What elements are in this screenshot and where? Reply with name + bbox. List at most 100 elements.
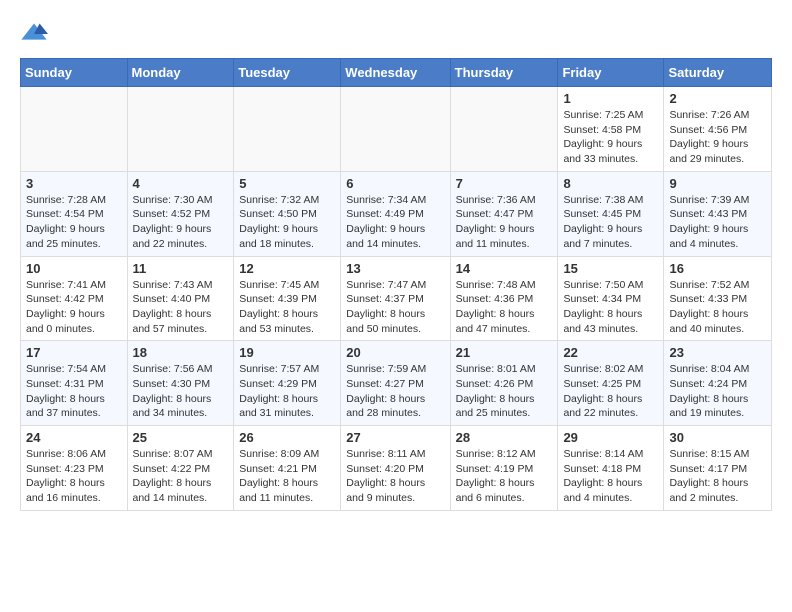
day-number: 27 bbox=[346, 430, 444, 445]
day-info: Sunrise: 7:56 AM Sunset: 4:30 PM Dayligh… bbox=[133, 362, 229, 421]
weekday-header-monday: Monday bbox=[127, 59, 234, 87]
calendar-cell: 19 Sunrise: 7:57 AM Sunset: 4:29 PM Dayli… bbox=[234, 341, 341, 426]
day-info: Sunrise: 7:47 AM Sunset: 4:37 PM Dayligh… bbox=[346, 278, 444, 337]
day-info: Sunrise: 7:30 AM Sunset: 4:52 PM Dayligh… bbox=[133, 193, 229, 252]
calendar-cell bbox=[341, 87, 450, 172]
day-info: Sunrise: 7:26 AM Sunset: 4:56 PM Dayligh… bbox=[669, 108, 766, 167]
calendar-cell: 28 Sunrise: 8:12 AM Sunset: 4:19 PM Dayli… bbox=[450, 426, 558, 511]
calendar-cell: 16Sunrise: 7:52 AM Sunset: 4:33 PM Dayli… bbox=[664, 256, 772, 341]
day-info: Sunrise: 7:38 AM Sunset: 4:45 PM Dayligh… bbox=[563, 193, 658, 252]
day-number: 26 bbox=[239, 430, 335, 445]
day-info: Sunrise: 7:45 AM Sunset: 4:39 PM Dayligh… bbox=[239, 278, 335, 337]
weekday-header-saturday: Saturday bbox=[664, 59, 772, 87]
calendar-cell: 9 Sunrise: 7:39 AM Sunset: 4:43 PM Daylig… bbox=[664, 171, 772, 256]
calendar-cell: 1Sunrise: 7:25 AM Sunset: 4:58 PM Daylig… bbox=[558, 87, 664, 172]
calendar: SundayMondayTuesdayWednesdayThursdayFrid… bbox=[20, 58, 772, 511]
calendar-cell bbox=[234, 87, 341, 172]
calendar-cell: 3 Sunrise: 7:28 AM Sunset: 4:54 PM Daylig… bbox=[21, 171, 128, 256]
day-info: Sunrise: 7:25 AM Sunset: 4:58 PM Dayligh… bbox=[563, 108, 658, 167]
day-number: 7 bbox=[456, 176, 553, 191]
calendar-cell: 25 Sunrise: 8:07 AM Sunset: 4:22 PM Dayli… bbox=[127, 426, 234, 511]
day-info: Sunrise: 7:28 AM Sunset: 4:54 PM Dayligh… bbox=[26, 193, 122, 252]
week-row-3: 10 Sunrise: 7:41 AM Sunset: 4:42 PM Dayli… bbox=[21, 256, 772, 341]
day-info: Sunrise: 8:07 AM Sunset: 4:22 PM Dayligh… bbox=[133, 447, 229, 506]
day-info: Sunrise: 7:34 AM Sunset: 4:49 PM Dayligh… bbox=[346, 193, 444, 252]
day-info: Sunrise: 7:54 AM Sunset: 4:31 PM Dayligh… bbox=[26, 362, 122, 421]
day-info: Sunrise: 7:36 AM Sunset: 4:47 PM Dayligh… bbox=[456, 193, 553, 252]
calendar-cell: 7 Sunrise: 7:36 AM Sunset: 4:47 PM Daylig… bbox=[450, 171, 558, 256]
calendar-cell: 20 Sunrise: 7:59 AM Sunset: 4:27 PM Dayli… bbox=[341, 341, 450, 426]
logo bbox=[20, 20, 52, 48]
calendar-cell: 30 Sunrise: 8:15 AM Sunset: 4:17 PM Dayli… bbox=[664, 426, 772, 511]
calendar-cell: 8 Sunrise: 7:38 AM Sunset: 4:45 PM Daylig… bbox=[558, 171, 664, 256]
day-number: 14 bbox=[456, 261, 553, 276]
calendar-cell: 27 Sunrise: 8:11 AM Sunset: 4:20 PM Dayli… bbox=[341, 426, 450, 511]
day-number: 13 bbox=[346, 261, 444, 276]
calendar-cell: 29Sunrise: 8:14 AM Sunset: 4:18 PM Dayli… bbox=[558, 426, 664, 511]
day-number: 10 bbox=[26, 261, 122, 276]
day-number: 6 bbox=[346, 176, 444, 191]
day-number: 15 bbox=[563, 261, 658, 276]
calendar-cell bbox=[127, 87, 234, 172]
calendar-cell: 17 Sunrise: 7:54 AM Sunset: 4:31 PM Dayli… bbox=[21, 341, 128, 426]
page-header bbox=[20, 20, 772, 48]
logo-icon bbox=[20, 20, 48, 48]
week-row-4: 17 Sunrise: 7:54 AM Sunset: 4:31 PM Dayli… bbox=[21, 341, 772, 426]
day-number: 3 bbox=[26, 176, 122, 191]
calendar-cell: 21 Sunrise: 8:01 AM Sunset: 4:26 PM Dayli… bbox=[450, 341, 558, 426]
day-info: Sunrise: 8:12 AM Sunset: 4:19 PM Dayligh… bbox=[456, 447, 553, 506]
calendar-cell: 11Sunrise: 7:43 AM Sunset: 4:40 PM Dayli… bbox=[127, 256, 234, 341]
calendar-cell: 6 Sunrise: 7:34 AM Sunset: 4:49 PM Daylig… bbox=[341, 171, 450, 256]
week-row-1: 1Sunrise: 7:25 AM Sunset: 4:58 PM Daylig… bbox=[21, 87, 772, 172]
calendar-cell: 26Sunrise: 8:09 AM Sunset: 4:21 PM Dayli… bbox=[234, 426, 341, 511]
day-number: 17 bbox=[26, 345, 122, 360]
day-number: 2 bbox=[669, 91, 766, 106]
day-number: 20 bbox=[346, 345, 444, 360]
day-info: Sunrise: 8:02 AM Sunset: 4:25 PM Dayligh… bbox=[563, 362, 658, 421]
calendar-cell: 22Sunrise: 8:02 AM Sunset: 4:25 PM Dayli… bbox=[558, 341, 664, 426]
calendar-cell: 12 Sunrise: 7:45 AM Sunset: 4:39 PM Dayli… bbox=[234, 256, 341, 341]
weekday-header-thursday: Thursday bbox=[450, 59, 558, 87]
day-info: Sunrise: 7:48 AM Sunset: 4:36 PM Dayligh… bbox=[456, 278, 553, 337]
calendar-cell: 13 Sunrise: 7:47 AM Sunset: 4:37 PM Dayli… bbox=[341, 256, 450, 341]
day-info: Sunrise: 7:57 AM Sunset: 4:29 PM Dayligh… bbox=[239, 362, 335, 421]
calendar-cell: 4 Sunrise: 7:30 AM Sunset: 4:52 PM Daylig… bbox=[127, 171, 234, 256]
day-number: 23 bbox=[669, 345, 766, 360]
weekday-header-tuesday: Tuesday bbox=[234, 59, 341, 87]
day-number: 9 bbox=[669, 176, 766, 191]
day-info: Sunrise: 8:11 AM Sunset: 4:20 PM Dayligh… bbox=[346, 447, 444, 506]
weekday-header-friday: Friday bbox=[558, 59, 664, 87]
calendar-cell: 24 Sunrise: 8:06 AM Sunset: 4:23 PM Dayli… bbox=[21, 426, 128, 511]
day-number: 8 bbox=[563, 176, 658, 191]
day-info: Sunrise: 7:41 AM Sunset: 4:42 PM Dayligh… bbox=[26, 278, 122, 337]
day-number: 21 bbox=[456, 345, 553, 360]
day-number: 4 bbox=[133, 176, 229, 191]
day-info: Sunrise: 7:43 AM Sunset: 4:40 PM Dayligh… bbox=[133, 278, 229, 337]
weekday-header-row: SundayMondayTuesdayWednesdayThursdayFrid… bbox=[21, 59, 772, 87]
day-number: 30 bbox=[669, 430, 766, 445]
day-number: 19 bbox=[239, 345, 335, 360]
day-number: 16 bbox=[669, 261, 766, 276]
calendar-cell: 14 Sunrise: 7:48 AM Sunset: 4:36 PM Dayli… bbox=[450, 256, 558, 341]
day-info: Sunrise: 7:59 AM Sunset: 4:27 PM Dayligh… bbox=[346, 362, 444, 421]
day-number: 12 bbox=[239, 261, 335, 276]
day-info: Sunrise: 8:15 AM Sunset: 4:17 PM Dayligh… bbox=[669, 447, 766, 506]
day-info: Sunrise: 7:32 AM Sunset: 4:50 PM Dayligh… bbox=[239, 193, 335, 252]
calendar-cell: 18Sunrise: 7:56 AM Sunset: 4:30 PM Dayli… bbox=[127, 341, 234, 426]
day-info: Sunrise: 7:39 AM Sunset: 4:43 PM Dayligh… bbox=[669, 193, 766, 252]
day-info: Sunrise: 8:04 AM Sunset: 4:24 PM Dayligh… bbox=[669, 362, 766, 421]
calendar-cell: 10 Sunrise: 7:41 AM Sunset: 4:42 PM Dayli… bbox=[21, 256, 128, 341]
day-info: Sunrise: 8:01 AM Sunset: 4:26 PM Dayligh… bbox=[456, 362, 553, 421]
calendar-cell: 23 Sunrise: 8:04 AM Sunset: 4:24 PM Dayli… bbox=[664, 341, 772, 426]
day-info: Sunrise: 8:06 AM Sunset: 4:23 PM Dayligh… bbox=[26, 447, 122, 506]
day-number: 28 bbox=[456, 430, 553, 445]
week-row-5: 24 Sunrise: 8:06 AM Sunset: 4:23 PM Dayli… bbox=[21, 426, 772, 511]
calendar-cell: 15Sunrise: 7:50 AM Sunset: 4:34 PM Dayli… bbox=[558, 256, 664, 341]
day-info: Sunrise: 8:14 AM Sunset: 4:18 PM Dayligh… bbox=[563, 447, 658, 506]
weekday-header-sunday: Sunday bbox=[21, 59, 128, 87]
week-row-2: 3 Sunrise: 7:28 AM Sunset: 4:54 PM Daylig… bbox=[21, 171, 772, 256]
calendar-cell: 2 Sunrise: 7:26 AM Sunset: 4:56 PM Daylig… bbox=[664, 87, 772, 172]
day-number: 25 bbox=[133, 430, 229, 445]
day-number: 24 bbox=[26, 430, 122, 445]
calendar-cell bbox=[21, 87, 128, 172]
